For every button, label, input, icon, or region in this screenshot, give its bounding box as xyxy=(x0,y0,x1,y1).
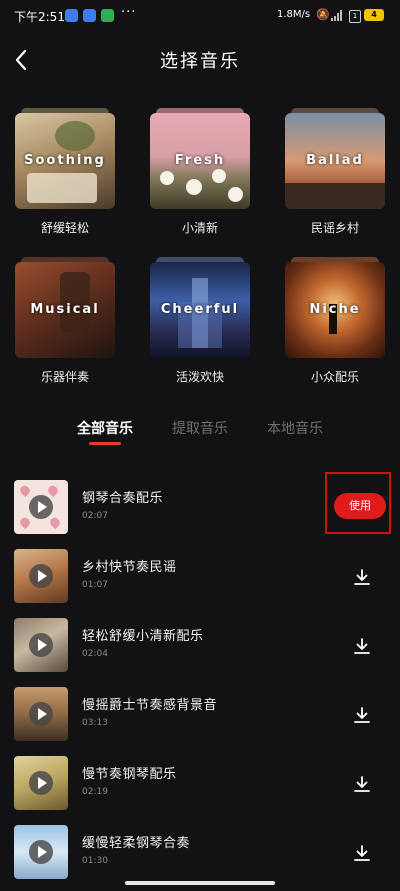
category-label-en: Cheerful xyxy=(160,302,240,317)
track-title: 缓慢轻柔钢琴合奏 xyxy=(82,836,191,851)
track-item[interactable]: 慢摇爵士节奏感背景音 03:13 xyxy=(0,687,400,747)
track-duration: 03:13 xyxy=(82,718,108,728)
track-title: 轻松舒缓小清新配乐 xyxy=(82,629,204,644)
category-label-en: Niche xyxy=(309,302,361,317)
play-icon[interactable] xyxy=(29,495,53,519)
track-item[interactable]: 轻松舒缓小清新配乐 02:04 xyxy=(0,618,400,678)
download-icon[interactable] xyxy=(352,843,372,863)
network-speed: 1.8M/s xyxy=(277,9,311,20)
category-label-en: Ballad xyxy=(306,153,364,168)
category-label-zh: 小众配乐 xyxy=(310,370,359,384)
tab-all-music[interactable]: 全部音乐 xyxy=(77,418,133,438)
track-item[interactable]: 缓慢轻柔钢琴合奏 01:30 xyxy=(0,825,400,885)
signal-icon xyxy=(331,10,344,21)
play-icon[interactable] xyxy=(29,771,53,795)
track-duration: 01:07 xyxy=(82,580,108,590)
download-icon[interactable] xyxy=(352,567,372,587)
more-notifications-icon: ··· xyxy=(121,5,137,20)
download-icon[interactable] xyxy=(352,705,372,725)
track-title: 钢琴合奏配乐 xyxy=(82,491,164,506)
play-icon[interactable] xyxy=(29,702,53,726)
track-title: 乡村快节奏民谣 xyxy=(82,560,177,575)
category-label-zh: 舒缓轻松 xyxy=(40,221,89,235)
battery-icon: 4 xyxy=(364,9,384,21)
category-label-zh: 民谣乡村 xyxy=(310,221,359,235)
status-time: 下午2:51 xyxy=(14,10,65,24)
play-icon[interactable] xyxy=(29,564,53,588)
app-notification-icon xyxy=(101,9,114,22)
mute-icon: 🔕 xyxy=(316,8,330,21)
download-icon[interactable] xyxy=(352,774,372,794)
category-label-zh: 活泼欢快 xyxy=(175,370,224,384)
track-item[interactable]: 慢节奏钢琴配乐 02:19 xyxy=(0,756,400,816)
status-bar: 下午2:51 ··· 1.8M/s 🔕 1 4 xyxy=(0,0,400,34)
sim-card-icon: 1 xyxy=(349,10,361,23)
home-indicator[interactable] xyxy=(125,881,275,885)
track-item[interactable]: 乡村快节奏民谣 01:07 xyxy=(0,549,400,609)
tab-local-music[interactable]: 本地音乐 xyxy=(267,418,323,438)
track-title: 慢摇爵士节奏感背景音 xyxy=(82,698,218,713)
play-icon[interactable] xyxy=(29,840,53,864)
download-icon[interactable] xyxy=(352,636,372,656)
track-thumbnail xyxy=(14,480,68,534)
track-thumbnail xyxy=(14,756,68,810)
track-duration: 02:07 xyxy=(82,511,108,521)
category-label-en: Musical xyxy=(30,302,100,317)
app-notification-icon xyxy=(83,9,96,22)
track-duration: 02:04 xyxy=(82,649,108,659)
active-tab-indicator xyxy=(89,442,121,445)
category-label-zh: 小清新 xyxy=(181,221,218,235)
track-title: 慢节奏钢琴配乐 xyxy=(82,767,177,782)
track-duration: 01:30 xyxy=(82,856,108,866)
use-button[interactable]: 使用 xyxy=(334,493,386,519)
play-icon[interactable] xyxy=(29,633,53,657)
category-label-zh: 乐器伴奏 xyxy=(40,370,89,384)
track-thumbnail xyxy=(14,825,68,879)
track-duration: 02:19 xyxy=(82,787,108,797)
app-notification-icon xyxy=(65,9,78,22)
track-thumbnail xyxy=(14,687,68,741)
track-thumbnail xyxy=(14,549,68,603)
page-title: 选择音乐 xyxy=(160,51,240,72)
category-label-en: Fresh xyxy=(174,153,226,168)
tab-extract-music[interactable]: 提取音乐 xyxy=(172,418,228,438)
track-thumbnail xyxy=(14,618,68,672)
category-label-en: Soothing xyxy=(24,153,106,168)
